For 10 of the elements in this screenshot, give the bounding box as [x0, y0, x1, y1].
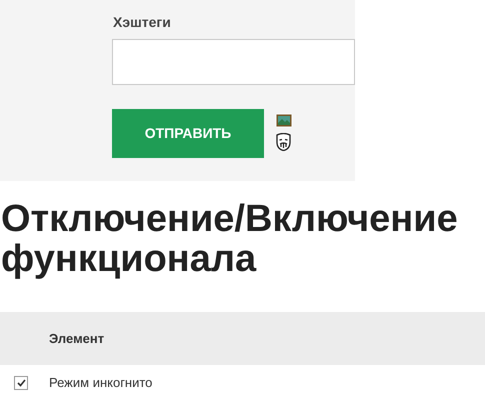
hashtags-input[interactable]: [112, 39, 355, 85]
checkbox[interactable]: [14, 376, 28, 390]
column-header: Элемент: [49, 330, 104, 348]
submit-button[interactable]: ОТПРАВИТЬ: [112, 109, 264, 158]
field-label: Хэштеги: [112, 13, 172, 32]
section-heading: Отключение/Включение функционала: [1, 199, 459, 279]
mask-icon[interactable]: [276, 133, 291, 151]
checkmark-icon: [16, 379, 26, 387]
table-cell-text: Режим инкогнито: [49, 374, 152, 392]
picture-icon[interactable]: [276, 114, 292, 127]
